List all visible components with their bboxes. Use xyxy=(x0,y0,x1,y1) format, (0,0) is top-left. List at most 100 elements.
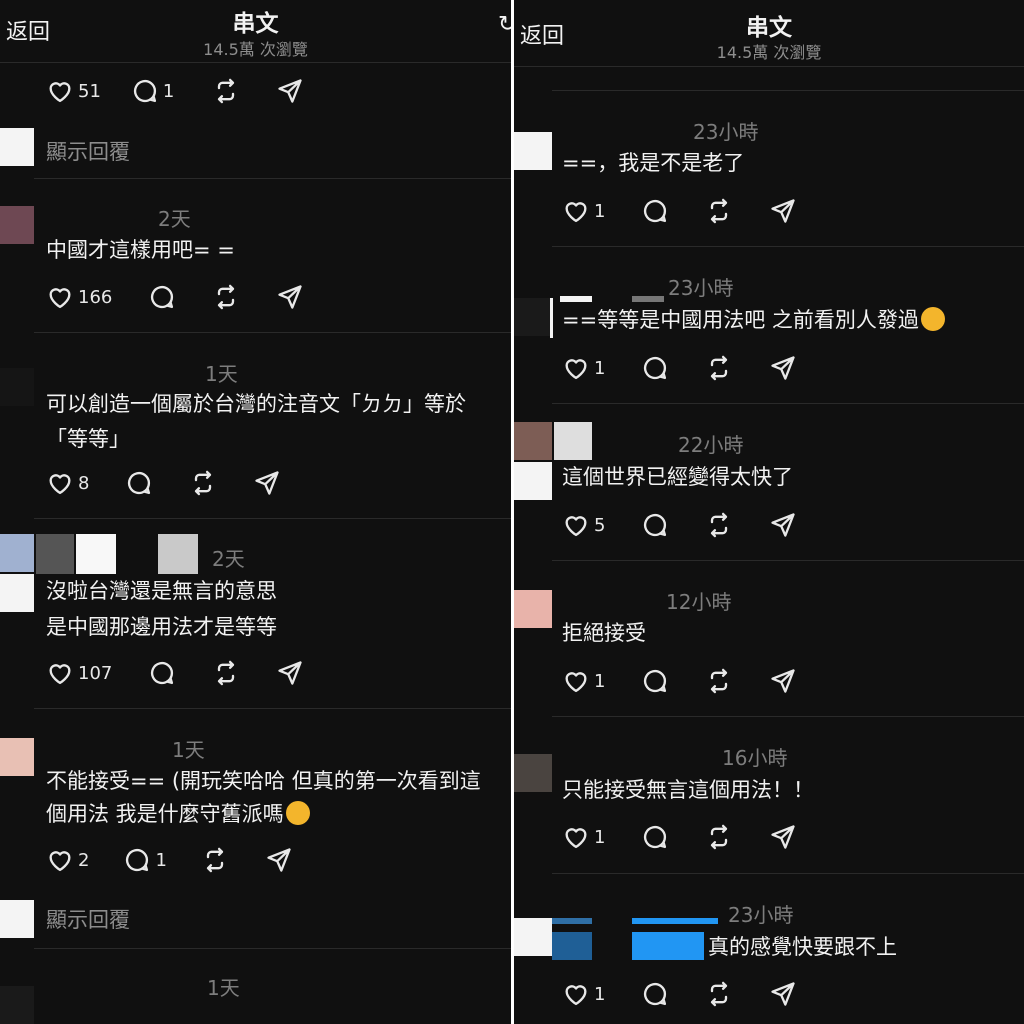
share-button[interactable] xyxy=(769,823,797,851)
post-text: ==，我是不是老了 xyxy=(562,151,745,175)
view-count: 14.5萬 次瀏覽 xyxy=(716,43,822,62)
divider xyxy=(34,332,511,333)
like-button[interactable]: 1 xyxy=(562,197,605,225)
repost-button[interactable] xyxy=(189,469,217,497)
repost-icon xyxy=(212,659,240,687)
repost-button[interactable] xyxy=(705,354,733,382)
repost-button[interactable] xyxy=(212,283,240,311)
repost-button[interactable] xyxy=(201,846,229,874)
censored-name xyxy=(36,534,74,574)
like-count: 107 xyxy=(78,662,113,684)
reply-button[interactable]: 1 xyxy=(123,846,167,874)
share-icon xyxy=(769,667,797,695)
reply-button[interactable] xyxy=(641,354,669,382)
avatar xyxy=(514,754,552,792)
share-button[interactable] xyxy=(769,197,797,225)
share-button[interactable] xyxy=(276,659,304,687)
like-count: 1 xyxy=(594,983,606,1005)
reply-button[interactable]: 1 xyxy=(131,77,174,105)
repost-icon xyxy=(705,511,733,539)
reply-button[interactable] xyxy=(641,823,669,851)
show-replies-link[interactable]: 顯示回覆 xyxy=(46,904,130,934)
reply-button[interactable] xyxy=(641,197,669,225)
repost-icon xyxy=(705,667,733,695)
like-button[interactable]: 1 xyxy=(562,980,605,1008)
like-button[interactable]: 8 xyxy=(46,469,89,497)
divider xyxy=(552,246,1024,247)
reply-button[interactable] xyxy=(148,659,176,687)
share-button[interactable] xyxy=(769,980,797,1008)
post-text: 個用法 我是什麼守舊派嗎 xyxy=(46,796,310,832)
avatar xyxy=(0,986,34,1024)
like-button[interactable]: 51 xyxy=(46,77,101,105)
repost-button[interactable] xyxy=(705,823,733,851)
post-text-line: 個用法 我是什麼守舊派嗎 xyxy=(46,802,284,826)
comment-icon xyxy=(148,283,176,311)
like-button[interactable]: 5 xyxy=(562,511,605,539)
repost-button[interactable] xyxy=(212,659,240,687)
like-button[interactable]: 2 xyxy=(46,846,89,874)
avatar xyxy=(514,918,552,956)
reply-button[interactable] xyxy=(641,511,669,539)
reply-button[interactable] xyxy=(641,980,669,1008)
divider xyxy=(34,518,511,519)
share-button[interactable] xyxy=(769,354,797,382)
post-text: 不能接受== (開玩笑哈哈 但真的第一次看到這 xyxy=(46,769,481,793)
repost-button[interactable] xyxy=(705,667,733,695)
post-text: 真的感覺快要跟不上 xyxy=(708,935,897,959)
repost-button[interactable] xyxy=(705,980,733,1008)
like-button[interactable]: 107 xyxy=(46,659,112,687)
like-count: 1 xyxy=(594,200,606,222)
reply-count: 1 xyxy=(155,849,167,871)
action-row: 1 xyxy=(562,353,797,383)
heart-icon xyxy=(562,354,590,382)
censored-name xyxy=(554,422,592,460)
divider xyxy=(552,403,1024,404)
reply-count: 1 xyxy=(162,80,175,102)
repost-button[interactable] xyxy=(705,511,733,539)
post-time: 23小時 xyxy=(693,120,759,144)
repost-button[interactable] xyxy=(705,197,733,225)
like-count: 1 xyxy=(594,357,606,379)
action-row: 2 1 xyxy=(46,845,293,875)
page-title: 串文 xyxy=(746,15,792,41)
like-button[interactable]: 1 xyxy=(562,823,605,851)
avatar xyxy=(0,206,34,244)
thread-header: 返回 串文 14.5萬 次瀏覽 xyxy=(514,0,1024,62)
share-button[interactable] xyxy=(253,469,281,497)
post-time: 1天 xyxy=(207,976,240,1000)
reply-button[interactable] xyxy=(641,667,669,695)
post-text: ==等等是中國用法吧 之前看別人發過 xyxy=(562,302,945,338)
divider xyxy=(34,708,511,709)
like-button[interactable]: 166 xyxy=(46,283,112,311)
post-text: 是中國那邊用法才是等等 xyxy=(46,615,277,639)
repost-icon xyxy=(705,354,733,382)
reply-button[interactable] xyxy=(125,469,153,497)
heart-icon xyxy=(562,197,590,225)
reply-button[interactable] xyxy=(148,283,176,311)
comment-icon xyxy=(641,511,669,539)
show-replies-link[interactable]: 顯示回覆 xyxy=(46,136,130,166)
share-button[interactable] xyxy=(276,283,304,311)
action-row: 51 1 xyxy=(46,76,304,106)
divider xyxy=(514,66,1024,67)
pensive-emoji xyxy=(285,801,310,825)
share-button[interactable] xyxy=(769,667,797,695)
repost-button[interactable] xyxy=(212,77,240,105)
like-button[interactable]: 1 xyxy=(562,354,605,382)
share-button[interactable] xyxy=(265,846,293,874)
share-icon xyxy=(276,283,304,311)
share-icon xyxy=(769,823,797,851)
share-icon xyxy=(769,980,797,1008)
partial-icon[interactable]: ↻ xyxy=(498,12,511,37)
share-button[interactable] xyxy=(276,77,304,105)
comment-icon xyxy=(641,823,669,851)
comment-icon xyxy=(125,469,153,497)
heart-icon xyxy=(46,846,74,874)
heart-icon xyxy=(562,667,590,695)
action-row: 1 xyxy=(562,979,797,1009)
share-button[interactable] xyxy=(769,511,797,539)
action-row: 5 xyxy=(562,510,797,540)
like-button[interactable]: 1 xyxy=(562,667,605,695)
post-time: 23小時 xyxy=(668,276,734,300)
